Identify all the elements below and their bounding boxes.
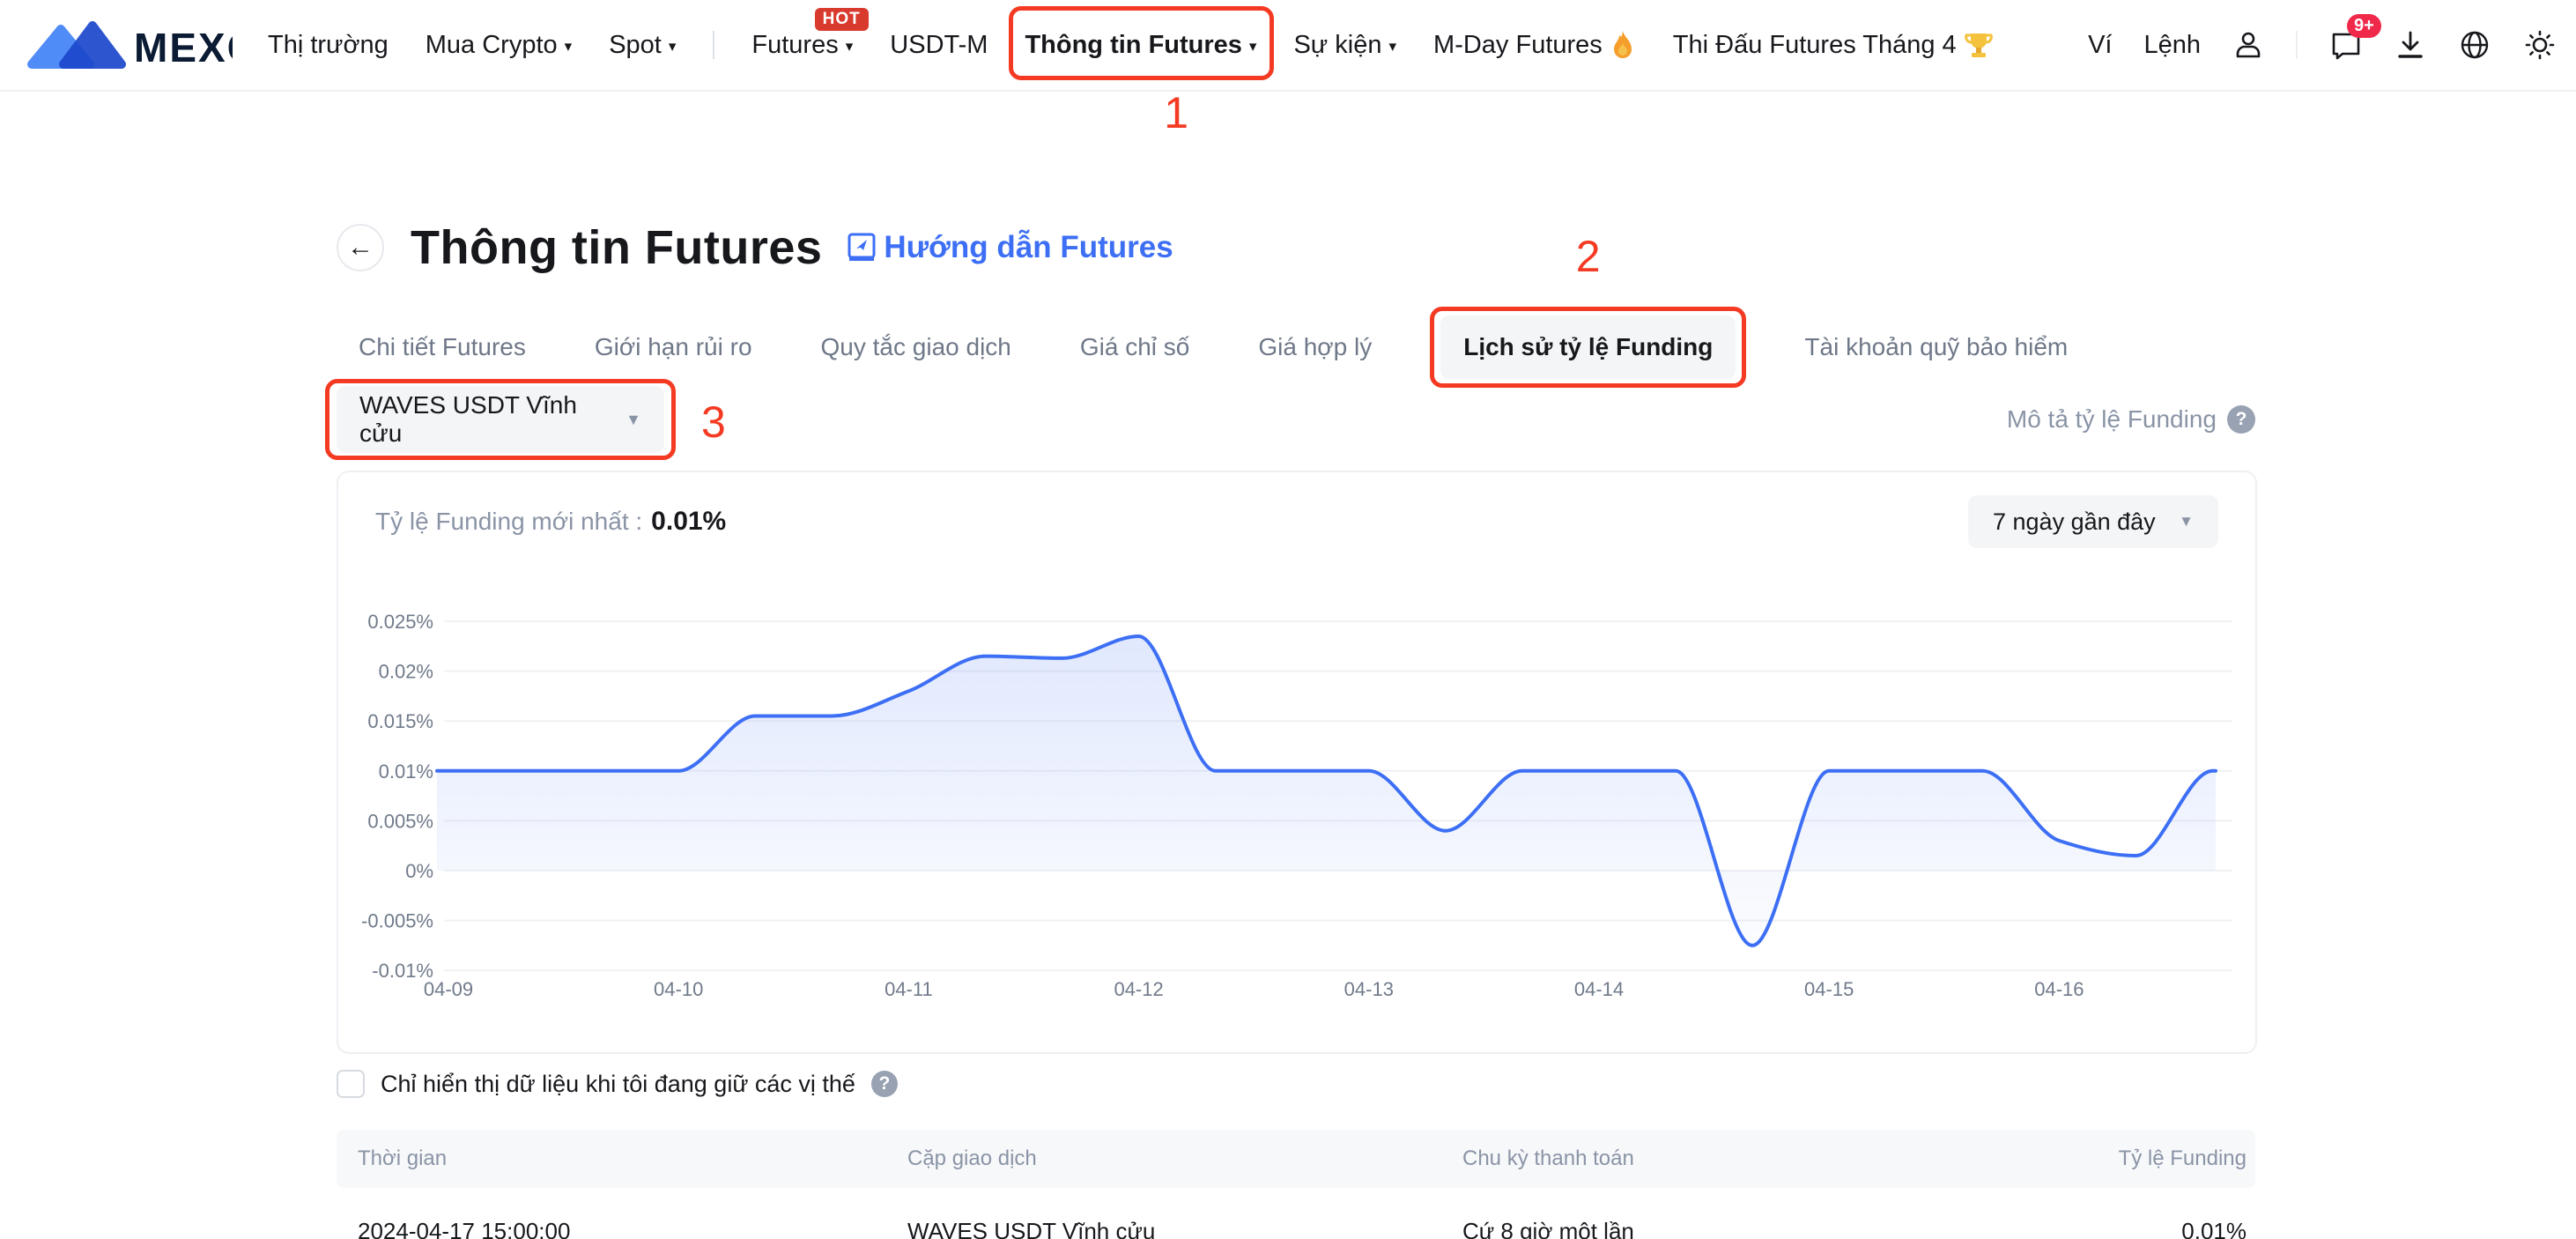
positions-only-checkbox[interactable] bbox=[337, 1070, 365, 1098]
chevron-down-icon: ▾ bbox=[1388, 38, 1396, 56]
annotation-number-1: 1 bbox=[1164, 87, 1188, 138]
svg-text:0.025%: 0.025% bbox=[367, 611, 433, 633]
funding-rate-area-chart[interactable]: 0.025%0.02%0.015%0.01%0.005%0%-0.005%-0.… bbox=[338, 583, 2259, 1033]
nav-spot[interactable]: Spot▾ bbox=[609, 0, 676, 91]
chart-card-header: Tỷ lệ Funding mới nhất : 0.01% 7 ngày gầ… bbox=[338, 472, 2255, 571]
svg-text:04-14: 04-14 bbox=[1574, 978, 1624, 1000]
tab-futures-details[interactable]: Chi tiết Futures bbox=[359, 333, 526, 361]
tab-fair-price[interactable]: Giá hợp lý bbox=[1258, 333, 1372, 361]
svg-text:04-16: 04-16 bbox=[2034, 978, 2084, 1000]
table-header-row: Thời gian Cặp giao dịch Chu kỳ thanh toá… bbox=[337, 1130, 2255, 1188]
chevron-down-icon: ▾ bbox=[1249, 38, 1257, 56]
funding-history-table: Thời gian Cặp giao dịch Chu kỳ thanh toá… bbox=[337, 1130, 2255, 1239]
latest-funding-rate: Tỷ lệ Funding mới nhất : 0.01% bbox=[375, 507, 726, 537]
annotation-number-3: 3 bbox=[701, 397, 726, 448]
page-title: Thông tin Futures bbox=[411, 220, 822, 275]
cell-time: 2024-04-17 15:00:00 bbox=[337, 1218, 886, 1239]
svg-text:04-09: 04-09 bbox=[424, 978, 473, 1000]
futures-guide-link[interactable]: Hướng dẫn Futures bbox=[845, 230, 1173, 265]
back-arrow-icon: ← bbox=[347, 233, 374, 263]
svg-text:0.015%: 0.015% bbox=[367, 710, 433, 732]
col-header-time: Thời gian bbox=[337, 1146, 886, 1171]
positions-filter-label: Chỉ hiển thị dữ liệu khi tôi đang giữ cá… bbox=[381, 1071, 855, 1098]
orders-link[interactable]: Lệnh bbox=[2143, 31, 2201, 60]
tab-risk-limit[interactable]: Giới hạn rủi ro bbox=[595, 333, 752, 361]
chevron-down-icon: ▼ bbox=[2179, 513, 2194, 530]
cell-pair: WAVES USDT Vĩnh cửu bbox=[886, 1218, 1441, 1239]
tab-insurance-fund[interactable]: Tài khoản quỹ bảo hiểm bbox=[1804, 333, 2068, 361]
flame-icon bbox=[1610, 29, 1636, 61]
date-range-dropdown[interactable]: 7 ngày gần đây ▼ bbox=[1968, 495, 2218, 548]
notification-count-badge: 9+ bbox=[2347, 14, 2381, 38]
chevron-down-icon: ▾ bbox=[565, 38, 573, 56]
svg-text:04-11: 04-11 bbox=[885, 978, 933, 1000]
page-header: ← Thông tin Futures Hướng dẫn Futures bbox=[337, 220, 1173, 275]
col-header-pair: Cặp giao dịch bbox=[886, 1146, 1441, 1171]
svg-text:0%: 0% bbox=[405, 860, 433, 882]
navbar-right: Ví Lệnh 9+ bbox=[2088, 28, 2557, 62]
nav-buy-crypto[interactable]: Mua Crypto▾ bbox=[426, 0, 572, 91]
messages-icon[interactable]: 9+ bbox=[2329, 28, 2363, 62]
mexc-logo-mark: MEXC bbox=[23, 17, 233, 73]
nav-futures-info[interactable]: Thông tin Futures▾ 1 bbox=[1025, 0, 1256, 91]
chevron-down-icon: ▾ bbox=[669, 38, 677, 56]
nav-divider bbox=[713, 31, 714, 59]
positions-filter-row: Chỉ hiển thị dữ liệu khi tôi đang giữ cá… bbox=[337, 1070, 898, 1098]
annotation-number-2: 2 bbox=[1576, 231, 1601, 282]
svg-text:04-12: 04-12 bbox=[1114, 978, 1163, 1000]
nav-futures-competition[interactable]: Thi Đấu Futures Tháng 4 bbox=[1673, 0, 1994, 91]
contract-select-dropdown[interactable]: WAVES USDT Vĩnh cửu ▼ 3 bbox=[337, 386, 664, 453]
profile-icon[interactable] bbox=[2232, 29, 2264, 61]
table-row[interactable]: 2024-04-17 15:00:00 WAVES USDT Vĩnh cửu … bbox=[337, 1188, 2255, 1239]
theme-toggle-icon[interactable] bbox=[2523, 28, 2557, 62]
tab-index-price[interactable]: Giá chỉ số bbox=[1080, 333, 1190, 361]
hot-badge: HOT bbox=[815, 8, 869, 31]
col-header-rate: Tỷ lệ Funding bbox=[2023, 1146, 2255, 1171]
back-button[interactable]: ← bbox=[337, 224, 384, 271]
download-app-icon[interactable] bbox=[2395, 29, 2426, 61]
language-globe-icon[interactable] bbox=[2458, 28, 2491, 62]
nav-events[interactable]: Sự kiện▾ bbox=[1293, 0, 1396, 91]
svg-text:MEXC: MEXC bbox=[134, 25, 233, 70]
wallet-link[interactable]: Ví bbox=[2088, 31, 2112, 60]
cell-rate: 0.01% bbox=[2023, 1218, 2255, 1239]
chevron-down-icon: ▼ bbox=[625, 411, 641, 429]
svg-text:0.01%: 0.01% bbox=[379, 760, 433, 783]
mexc-logo[interactable]: MEXC bbox=[23, 17, 233, 73]
cell-cycle: Cứ 8 giờ một lần bbox=[1441, 1218, 2023, 1239]
chevron-down-icon: ▾ bbox=[846, 38, 854, 56]
futures-info-tabs: Chi tiết Futures Giới hạn rủi ro Quy tắc… bbox=[337, 307, 2068, 388]
nav-mday-futures[interactable]: M-Day Futures bbox=[1433, 0, 1636, 91]
nav-futures[interactable]: HOT Futures▾ bbox=[751, 0, 853, 91]
tab-trading-rules[interactable]: Quy tắc giao dịch bbox=[821, 333, 1011, 361]
svg-text:04-15: 04-15 bbox=[1804, 978, 1854, 1000]
funding-rate-chart-card: Tỷ lệ Funding mới nhất : 0.01% 7 ngày gầ… bbox=[337, 471, 2257, 1054]
svg-text:0.02%: 0.02% bbox=[379, 661, 433, 683]
question-mark-icon: ? bbox=[2227, 405, 2255, 434]
col-header-cycle: Chu kỳ thanh toán bbox=[1441, 1146, 2023, 1171]
svg-text:-0.005%: -0.005% bbox=[361, 910, 433, 932]
svg-text:04-13: 04-13 bbox=[1344, 978, 1394, 1000]
guide-book-icon bbox=[845, 231, 878, 264]
funding-rate-description-link[interactable]: Mô tả tỷ lệ Funding ? bbox=[2007, 405, 2255, 434]
latest-funding-rate-value: 0.01% bbox=[651, 507, 726, 537]
nav-market[interactable]: Thị trường bbox=[268, 0, 389, 91]
main-nav: Thị trường Mua Crypto▾ Spot▾ HOT Futures… bbox=[268, 0, 1994, 91]
tab-funding-rate-history[interactable]: Lịch sử tỷ lệ Funding 2 bbox=[1440, 315, 1736, 379]
question-mark-icon: ? bbox=[871, 1071, 898, 1097]
top-navbar: MEXC Thị trường Mua Crypto▾ Spot▾ HOT Fu… bbox=[0, 0, 2576, 92]
nav-divider bbox=[2296, 31, 2298, 59]
nav-usdt-m[interactable]: USDT-M bbox=[890, 0, 988, 91]
filter-row: WAVES USDT Vĩnh cửu ▼ 3 Mô tả tỷ lệ Fund… bbox=[337, 379, 2255, 460]
trophy-icon bbox=[1964, 30, 1994, 60]
svg-text:04-10: 04-10 bbox=[654, 978, 703, 1000]
svg-text:0.005%: 0.005% bbox=[367, 810, 433, 832]
